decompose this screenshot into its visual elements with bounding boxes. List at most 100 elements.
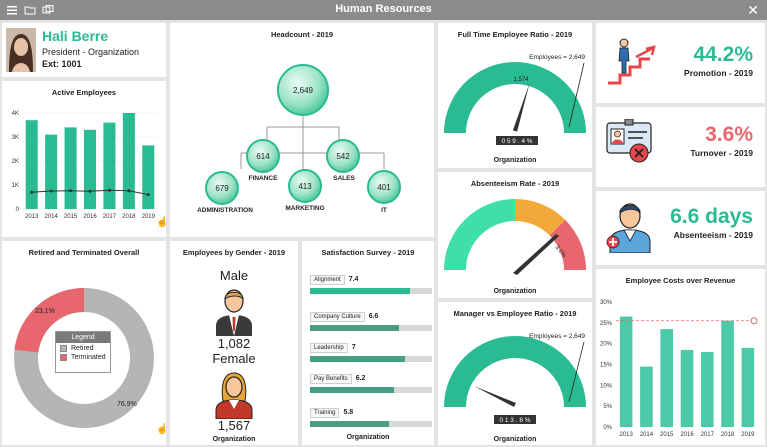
employees-total-label: Employees = 2,649 (529, 54, 585, 61)
x-tick-label: 2014 (44, 214, 58, 220)
absenteeism-days-label: Absenteeism - 2019 (673, 230, 753, 240)
hr-dashboard: Human Resources ✕ Hali Berre President -… (0, 0, 767, 447)
bar (64, 127, 77, 209)
absenteeism-kpi-panel: 6.6 days Absenteeism - 2019 (596, 191, 765, 265)
fulltime-ratio-gauge: Employees = 2,649 1,574 0 5 9 . 4 % (444, 54, 586, 145)
title-bar: Human Resources ✕ (0, 0, 767, 20)
terminated-pct-label: 23.1% (35, 308, 55, 315)
close-icon[interactable]: ✕ (747, 1, 759, 19)
survey-item-label: Pay Benefits (310, 374, 352, 384)
bar (721, 320, 734, 427)
survey-bar-track (310, 288, 432, 294)
gauge-readout: 0 1 3 . 8 % (499, 417, 530, 424)
bar (25, 120, 38, 209)
bar (619, 316, 633, 427)
absenteeism-rate-panel: Absenteeism Rate - 2019 3.6% Organizatio… (438, 172, 592, 298)
svg-text:542: 542 (336, 152, 350, 161)
y-tick-label: 10% (600, 383, 613, 389)
x-tick-label: 2015 (64, 214, 78, 220)
y-tick-label: 0 (16, 207, 20, 213)
active-employees-chart: 0 1K 2K 3K 4K 2013 2014 2015 2016 2017 2018 2019 (12, 111, 158, 220)
legend-item-terminated: Terminated (60, 354, 106, 361)
trend-point (107, 188, 111, 192)
fulltime-org-label: Organization (493, 157, 537, 164)
x-tick-label: 2015 (660, 432, 674, 438)
survey-bar-fill (310, 288, 411, 294)
employees-total-label: Employees = 2,649 (529, 333, 585, 340)
survey-item-label: Alignment (310, 275, 345, 285)
profile-panel: Hali Berre President - Organization Ext:… (2, 23, 166, 77)
absenteeism-days-value: 6.6 days (670, 205, 753, 228)
x-tick-label: 2019 (142, 214, 156, 220)
survey-row: Pay Benefits 6.2 (310, 367, 432, 393)
svg-text:413: 413 (298, 182, 312, 191)
x-tick-label: 2017 (103, 214, 117, 220)
male-count: 1,082 (217, 336, 251, 351)
female-count: 1,567 (217, 418, 251, 433)
survey-item-value: 6.2 (355, 375, 366, 382)
svg-text:SALES: SALES (333, 175, 355, 182)
hand-cursor-icon[interactable]: ☝ (156, 424, 168, 435)
turnover-value: 3.6% (705, 123, 753, 146)
survey-bar-track (310, 421, 432, 427)
y-tick-label: 2K (12, 159, 19, 165)
x-tick-label: 2018 (122, 214, 136, 220)
svg-text:MARKETING: MARKETING (285, 205, 324, 212)
x-tick-label: 2018 (721, 432, 735, 438)
bar (700, 352, 714, 427)
manager-ratio-panel: Manager vs Employee Ratio - 2019 Employe… (438, 302, 592, 445)
legend-title: Legend (56, 332, 110, 343)
promotion-kpi-panel: 44.2% Promotion - 2019 (596, 23, 765, 103)
fulltime-ratio-panel: Full Time Employee Ratio - 2019 Employee… (438, 23, 592, 168)
survey-row: Company Culture 6.6 (310, 305, 432, 331)
svg-text:FINANCE: FINANCE (249, 175, 279, 182)
turnover-kpi-panel: 3.6% Turnover - 2019 (596, 107, 765, 187)
gauge-needle (512, 83, 530, 132)
legend-item-retired: Retired (60, 345, 106, 352)
x-tick-label: 2019 (741, 432, 755, 438)
promotion-value: 44.2% (693, 43, 753, 66)
employee-ext: Ext: 1001 (42, 59, 82, 69)
survey-row: Alignment 7.4 (310, 268, 432, 294)
manager-ratio-gauge: Employees = 2,649 366 0 1 3 . 8 % (444, 333, 586, 424)
turnover-label: Turnover - 2019 (690, 148, 753, 158)
hand-cursor-icon[interactable]: ☝ (156, 217, 168, 228)
svg-text:ADMINISTRATION: ADMINISTRATION (197, 207, 253, 214)
trend-point (88, 189, 92, 193)
id-badge-icon (606, 119, 652, 163)
headcount-tree: 2,649 614 FINANCE 542 SALES 679 ADMINIST… (197, 64, 401, 214)
male-avatar-icon (216, 289, 252, 336)
trend-point (30, 190, 34, 194)
trend-point (69, 189, 73, 193)
trend-point (49, 189, 53, 193)
bar (680, 349, 694, 427)
x-tick-label: 2016 (83, 214, 97, 220)
retired-pct-label: 76.9% (117, 401, 137, 408)
male-label: Male (219, 268, 249, 283)
bar (83, 129, 97, 209)
needle-value-label: 1,574 (513, 77, 529, 83)
promotion-stairs-icon (608, 38, 656, 85)
absenteeism-rate-gauge: 3.6% (444, 199, 586, 275)
headcount-panel: Headcount - 2019 2,649 614 FINANCE 542 S… (170, 23, 434, 237)
survey-bar-track (310, 356, 432, 362)
survey-item-value: 5.8 (343, 409, 354, 416)
x-tick-label: 2017 (701, 432, 715, 438)
manager-org-label: Organization (493, 436, 537, 443)
absenteeism-org-label: Organization (493, 288, 537, 295)
survey-bar-fill (310, 387, 395, 393)
survey-org-label: Organization (346, 434, 390, 441)
gauge-band-green (444, 199, 516, 271)
survey-item-label: Company Culture (310, 312, 365, 322)
svg-text:401: 401 (377, 183, 391, 192)
bar (142, 145, 155, 209)
female-label: Female (212, 351, 256, 366)
survey-row: Training 5.8 (310, 401, 432, 427)
app-title: Human Resources (335, 3, 432, 15)
survey-bar-track (310, 325, 432, 331)
donut-legend: Legend Retired Terminated (55, 331, 111, 373)
trend-point (127, 189, 131, 193)
gauge-readout: 0 5 9 . 4 % (501, 138, 532, 145)
gender-panel: Employees by Gender - 2019 Male 1,082 Fe… (170, 241, 298, 445)
x-tick-label: 2013 (25, 214, 39, 220)
